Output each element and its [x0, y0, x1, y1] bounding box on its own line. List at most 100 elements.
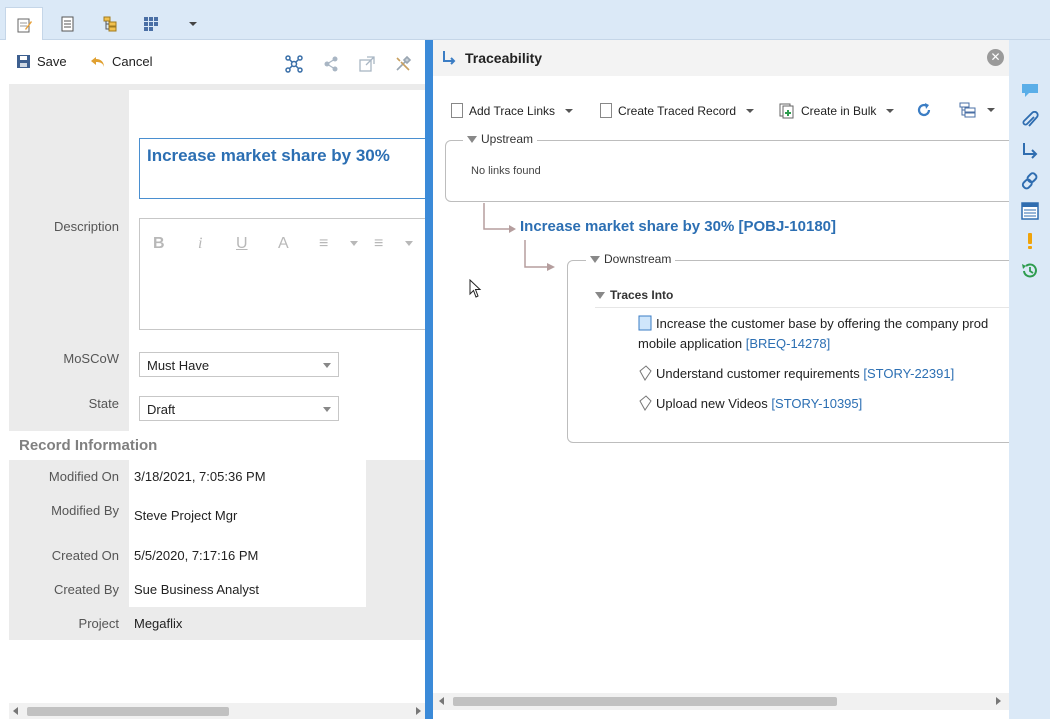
downstream-label: Downstream — [604, 252, 672, 266]
refresh-button[interactable] — [915, 101, 933, 119]
tab-document[interactable] — [48, 7, 86, 40]
name-field[interactable]: Increase market share by 30% — [139, 138, 425, 199]
comment-icon — [1022, 84, 1038, 97]
no-links-message: No links found — [471, 165, 541, 177]
tools-button[interactable] — [393, 54, 413, 74]
trace-item-id[interactable]: [BREQ-14278] — [746, 336, 831, 351]
attachment-icon — [1022, 111, 1039, 127]
numbered-list-button[interactable]: ≡ — [319, 235, 328, 253]
requirement-document-icon — [638, 315, 652, 331]
network-graph-icon — [285, 55, 303, 73]
created-by-value: Sue Business Analyst — [134, 582, 260, 597]
traceability-button[interactable] — [1019, 140, 1041, 162]
tab-grid[interactable] — [132, 7, 170, 40]
scroll-right-arrow-icon[interactable] — [996, 697, 1001, 705]
scrollbar-thumb[interactable] — [27, 707, 229, 716]
right-icon-rail — [1009, 40, 1050, 719]
underline-button[interactable]: U — [236, 235, 248, 253]
add-trace-links-button[interactable]: Add Trace Links — [451, 103, 574, 118]
create-in-bulk-label: Create in Bulk — [801, 104, 877, 118]
share-button[interactable] — [321, 54, 341, 74]
mouse-cursor-icon — [469, 279, 482, 298]
save-icon — [17, 55, 30, 68]
bullet-list-button[interactable]: ≡ — [374, 235, 383, 253]
trace-item-breq[interactable]: Increase the customer base by offering t… — [638, 314, 988, 354]
open-new-window-button[interactable] — [357, 54, 377, 74]
moscow-value: Must Have — [147, 358, 210, 373]
left-horizontal-scrollbar[interactable] — [9, 703, 425, 719]
scrollbar-thumb[interactable] — [453, 697, 837, 706]
save-button[interactable]: Save — [16, 54, 67, 69]
create-traced-record-button[interactable]: Create Traced Record — [600, 103, 755, 118]
edit-record-icon — [17, 18, 32, 32]
hierarchy-view-icon — [959, 102, 976, 118]
traces-into-toggle[interactable]: Traces Into — [595, 288, 673, 302]
created-by-label: Created By — [53, 582, 119, 597]
share-icon — [324, 56, 338, 72]
state-select[interactable]: Draft — [139, 396, 339, 421]
trace-item-text: Upload new Videos — [656, 396, 768, 411]
trace-item-story-10395[interactable]: Upload new Videos [STORY-10395] — [638, 394, 862, 414]
bold-button[interactable]: B — [153, 235, 165, 253]
record-information-heading: Record Information — [19, 437, 158, 454]
user-story-icon — [639, 395, 652, 411]
state-label: State — [88, 396, 119, 411]
moscow-label: MoSCoW — [63, 351, 119, 366]
cancel-label: Cancel — [112, 54, 153, 69]
scroll-right-arrow-icon[interactable] — [416, 707, 421, 715]
traceability-header: Traceability ✕ — [433, 40, 1009, 76]
current-record-link[interactable]: Increase market share by 30% [POBJ-10180… — [520, 218, 836, 235]
collapse-triangle-icon — [595, 291, 605, 299]
comments-button[interactable] — [1019, 80, 1041, 102]
tab-edit-record[interactable] — [5, 7, 43, 41]
create-traced-record-label: Create Traced Record — [618, 103, 737, 118]
link-icon — [1021, 172, 1038, 190]
links-button[interactable] — [1019, 170, 1041, 192]
cancel-button[interactable]: Cancel — [90, 54, 152, 69]
tools-icon — [396, 55, 412, 71]
record-form-pane: Save Cancel Increase market share by 30%… — [0, 40, 425, 719]
scroll-left-arrow-icon[interactable] — [13, 707, 18, 715]
bullet-list-dropdown-icon[interactable] — [405, 241, 413, 246]
traceability-panel: Traceability ✕ Add Trace Links Create Tr… — [433, 40, 1009, 719]
trace-item-id[interactable]: [STORY-22391] — [863, 366, 954, 381]
trace-item-id[interactable]: [STORY-10395] — [771, 396, 862, 411]
trace-arrow-icon — [443, 51, 456, 65]
document-icon — [600, 103, 612, 118]
alerts-button[interactable] — [1019, 230, 1041, 252]
close-icon: ✕ — [990, 50, 1001, 64]
undo-arrow-icon — [91, 56, 104, 67]
document-icon — [61, 16, 74, 31]
state-value: Draft — [147, 402, 176, 417]
trace-item-story-22391[interactable]: Understand customer requirements [STORY-… — [638, 364, 954, 384]
moscow-select[interactable]: Must Have — [139, 352, 339, 377]
table-view-button[interactable] — [1019, 200, 1041, 222]
italic-button[interactable]: i — [198, 235, 202, 253]
trace-item-text: Increase the customer base by offering t… — [656, 316, 989, 331]
downstream-toggle[interactable]: Downstream — [586, 252, 676, 266]
scroll-left-arrow-icon[interactable] — [439, 697, 444, 705]
modified-on-label: Modified On — [48, 469, 119, 484]
upstream-toggle[interactable]: Upstream — [463, 132, 538, 146]
modified-by-label: Modified By — [51, 503, 119, 518]
font-size-button[interactable]: A — [278, 235, 289, 253]
create-in-bulk-button[interactable]: Create in Bulk — [779, 103, 895, 119]
chevron-down-icon — [323, 363, 331, 368]
pane-splitter[interactable] — [425, 40, 433, 719]
attachments-button[interactable] — [1019, 110, 1041, 132]
tab-tree[interactable] — [91, 7, 129, 40]
description-editor[interactable]: B i U A ≡ ≡ — [139, 218, 425, 330]
trace-horizontal-scrollbar[interactable] — [433, 693, 1009, 710]
numbered-list-dropdown-icon[interactable] — [350, 241, 358, 246]
relations-graph-button[interactable] — [284, 54, 304, 74]
chevron-down-icon — [323, 407, 331, 412]
table-icon — [1021, 202, 1039, 220]
created-on-label: Created On — [51, 548, 119, 563]
tab-more[interactable] — [174, 7, 212, 40]
close-panel-button[interactable]: ✕ — [987, 49, 1004, 66]
view-options-button[interactable] — [959, 102, 995, 118]
collapse-triangle-icon — [590, 255, 600, 263]
chevron-down-icon — [886, 109, 895, 113]
history-button[interactable] — [1019, 260, 1041, 282]
traces-into-label: Traces Into — [610, 288, 674, 302]
